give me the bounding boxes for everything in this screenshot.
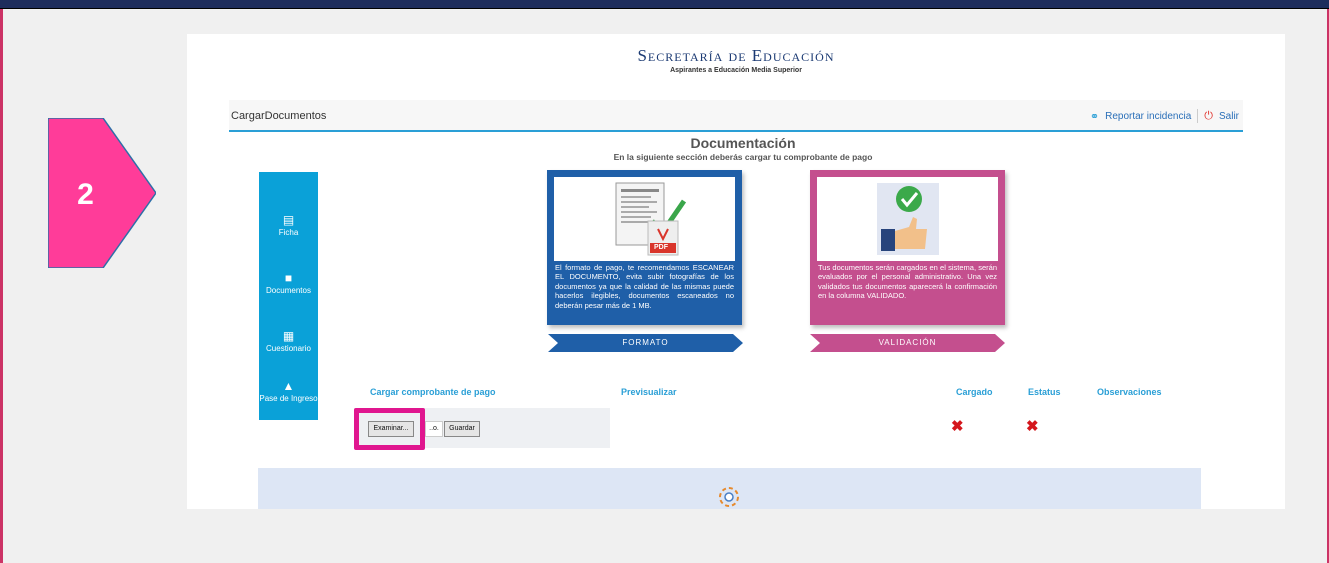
headset-icon: ⚭ bbox=[1089, 110, 1100, 123]
pdf-badge: PDF bbox=[654, 244, 668, 251]
nav-actions: ⚭ Reportar incidencia ⏻ Salir bbox=[1090, 109, 1239, 123]
brand-subtitle: Aspirantes a Educación Media Superior bbox=[670, 67, 802, 74]
nav-title: CargarDocumentos bbox=[231, 110, 327, 122]
top-bar bbox=[0, 0, 1329, 9]
header-cargado: Cargado bbox=[956, 387, 993, 397]
step-number: 2 bbox=[77, 178, 94, 211]
format-label: FORMATO bbox=[622, 338, 669, 347]
header-estatus: Estatus bbox=[1028, 387, 1061, 397]
nav-divider bbox=[1197, 109, 1199, 123]
id-card-icon: ▤ bbox=[282, 213, 295, 227]
page-footer bbox=[258, 468, 1201, 509]
cargado-x-icon: ✖ bbox=[951, 418, 964, 435]
folder-icon: ■ bbox=[284, 271, 293, 285]
save-button[interactable]: Guardar bbox=[444, 421, 480, 437]
header-upload: Cargar comprobante de pago bbox=[370, 387, 496, 397]
navbar: CargarDocumentos ⚭ Reportar incidencia ⏻… bbox=[229, 100, 1243, 132]
sidebar-item-cuestionario[interactable]: ▦ Cuestionario bbox=[259, 329, 318, 354]
web-page: Secretaría de Educación Aspirantes a Edu… bbox=[187, 34, 1285, 509]
document-pdf-icon bbox=[615, 182, 687, 256]
validation-illustration bbox=[817, 177, 998, 261]
step-badge: 2 bbox=[47, 117, 157, 269]
brand-title: Secretaría de Educación bbox=[637, 46, 835, 65]
format-card: PDF El formato de pago, te recomendamos … bbox=[547, 170, 742, 325]
sidebar-item-pase-ingreso[interactable]: ▲ Pase de Ingreso bbox=[259, 379, 318, 404]
report-incident-link[interactable]: Reportar incidencia bbox=[1105, 111, 1191, 122]
estatus-x-icon: ✖ bbox=[1026, 418, 1039, 435]
form-icon: ▦ bbox=[282, 329, 295, 343]
format-card-text: El formato de pago, te recomendamos ESCA… bbox=[555, 263, 734, 310]
validation-card: Tus documentos serán cargados en el sist… bbox=[810, 170, 1005, 325]
file-name-field[interactable]: ..o. bbox=[425, 421, 443, 437]
sidebar-item-label: Cuestionario bbox=[266, 344, 311, 354]
validation-card-text: Tus documentos serán cargados en el sist… bbox=[818, 263, 997, 301]
upload-icon: ▲ bbox=[282, 379, 295, 393]
section-title: Documentación bbox=[690, 135, 796, 151]
header-preview: Previsualizar bbox=[621, 387, 677, 397]
exit-link[interactable]: Salir bbox=[1219, 111, 1239, 122]
check-approval-icon bbox=[877, 183, 939, 255]
brand-header: Secretaría de Educación Aspirantes a Edu… bbox=[187, 46, 1285, 74]
sidebar: ▤ Ficha ■ Documentos ▦ Cuestionario ▲ Pa… bbox=[259, 172, 318, 420]
header-observaciones: Observaciones bbox=[1097, 387, 1162, 397]
validation-label: VALIDACIÓN bbox=[878, 338, 937, 347]
format-label-arrow: FORMATO bbox=[548, 334, 743, 352]
sidebar-item-ficha[interactable]: ▤ Ficha bbox=[259, 213, 318, 238]
validation-label-arrow: VALIDACIÓN bbox=[810, 334, 1005, 352]
sidebar-item-label: Documentos bbox=[266, 286, 311, 296]
power-icon: ⏻ bbox=[1204, 109, 1213, 122]
footer-logo-icon bbox=[719, 487, 739, 507]
section-subtitle: En la siguiente sección deberás cargar t… bbox=[613, 152, 873, 162]
sidebar-item-label: Ficha bbox=[278, 228, 299, 238]
browse-highlight bbox=[354, 408, 425, 450]
format-illustration: PDF bbox=[554, 177, 735, 261]
sidebar-item-documentos[interactable]: ■ Documentos bbox=[259, 271, 318, 296]
sidebar-item-label: Pase de Ingreso bbox=[259, 394, 318, 404]
